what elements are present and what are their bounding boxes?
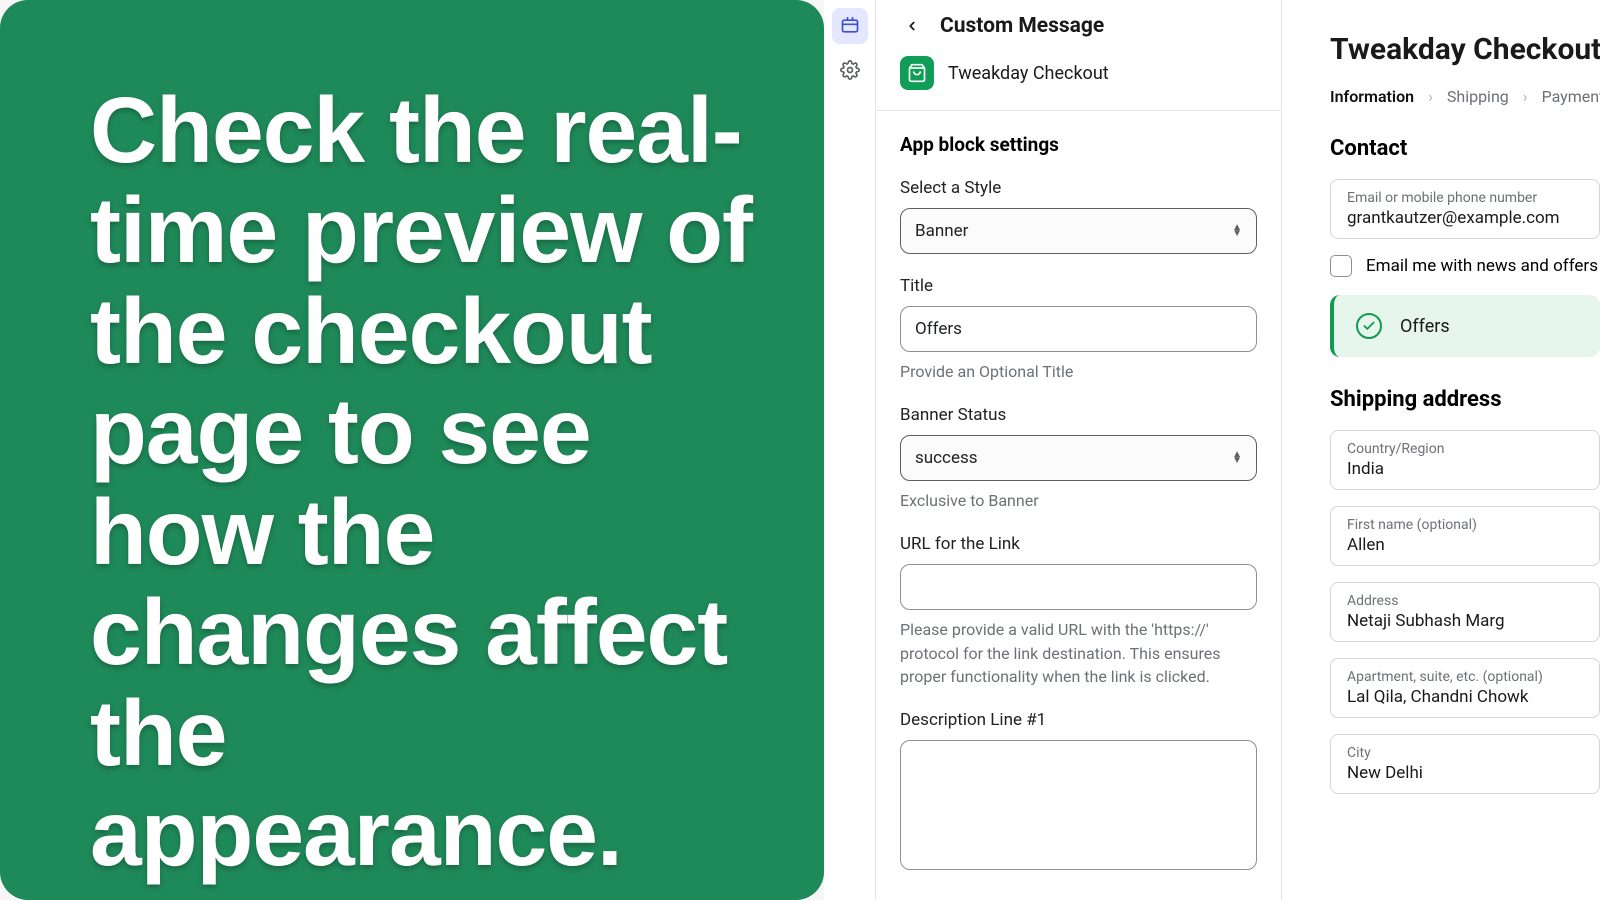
settings-title: Custom Message — [940, 14, 1104, 38]
app-name-label: Tweakday Checkout — [948, 63, 1109, 84]
apartment-placeholder: Apartment, suite, etc. (optional) — [1347, 669, 1583, 685]
icon-rail — [824, 0, 876, 900]
title-label: Title — [900, 276, 1257, 296]
style-label: Select a Style — [900, 178, 1257, 198]
email-placeholder: Email or mobile phone number — [1347, 190, 1583, 206]
country-value: India — [1347, 459, 1583, 479]
news-checkbox-label: Email me with news and offers — [1366, 256, 1598, 276]
chevron-left-icon — [905, 19, 919, 33]
breadcrumb: Information › Shipping › Payment — [1330, 87, 1600, 106]
shopping-bag-icon — [907, 63, 927, 83]
first-name-field[interactable]: First name (optional) Allen — [1330, 506, 1600, 566]
rail-settings-button[interactable] — [832, 52, 868, 88]
offers-banner: Offers — [1330, 295, 1600, 357]
contact-heading: Contact — [1330, 136, 1600, 161]
banner-status-select[interactable]: success ▲▼ — [900, 435, 1257, 481]
breadcrumb-shipping[interactable]: Shipping — [1447, 87, 1509, 106]
chevron-right-icon: › — [1523, 87, 1528, 106]
banner-status-label: Banner Status — [900, 405, 1257, 425]
apartment-value: Lal Qila, Chandni Chowk — [1347, 687, 1583, 707]
breadcrumb-information[interactable]: Information — [1330, 87, 1414, 106]
address-placeholder: Address — [1347, 593, 1583, 609]
city-value: New Delhi — [1347, 763, 1583, 783]
country-field[interactable]: Country/Region India — [1330, 430, 1600, 490]
preview-panel: Tweakday Checkout Information › Shipping… — [1282, 0, 1600, 900]
title-input[interactable] — [900, 306, 1257, 352]
shipping-heading: Shipping address — [1330, 387, 1600, 412]
style-select-value: Banner — [915, 221, 968, 241]
style-select[interactable]: Banner ▲▼ — [900, 208, 1257, 254]
layout-icon — [840, 16, 860, 36]
country-placeholder: Country/Region — [1347, 441, 1583, 457]
url-helper: Please provide a valid URL with the 'htt… — [900, 618, 1257, 688]
city-field[interactable]: City New Delhi — [1330, 734, 1600, 794]
desc1-textarea[interactable] — [900, 740, 1257, 870]
desc1-label: Description Line #1 — [900, 710, 1257, 730]
settings-panel: Custom Message Tweakday Checkout App blo… — [876, 0, 1282, 900]
title-helper: Provide an Optional Title — [900, 360, 1257, 383]
news-checkbox[interactable] — [1330, 255, 1352, 277]
first-name-value: Allen — [1347, 535, 1583, 555]
first-name-placeholder: First name (optional) — [1347, 517, 1583, 533]
app-icon — [900, 56, 934, 90]
check-circle-icon — [1356, 313, 1382, 339]
address-value: Netaji Subhash Marg — [1347, 611, 1583, 631]
section-title: App block settings — [900, 133, 1257, 156]
promo-panel: Check the real-time preview of the check… — [0, 0, 824, 900]
banner-status-helper: Exclusive to Banner — [900, 489, 1257, 512]
banner-text: Offers — [1400, 316, 1450, 337]
chevron-updown-icon: ▲▼ — [1232, 225, 1242, 237]
back-button[interactable] — [900, 14, 924, 38]
app-identity: Tweakday Checkout — [876, 48, 1281, 111]
promo-headline: Check the real-time preview of the check… — [90, 80, 754, 884]
banner-status-value: success — [915, 448, 978, 468]
store-title: Tweakday Checkout — [1330, 32, 1600, 67]
chevron-right-icon: › — [1428, 87, 1433, 106]
url-input[interactable] — [900, 564, 1257, 610]
email-value: grantkautzer@example.com — [1347, 208, 1583, 228]
rail-layout-button[interactable] — [832, 8, 868, 44]
address-field[interactable]: Address Netaji Subhash Marg — [1330, 582, 1600, 642]
breadcrumb-payment[interactable]: Payment — [1542, 87, 1600, 106]
apartment-field[interactable]: Apartment, suite, etc. (optional) Lal Qi… — [1330, 658, 1600, 718]
chevron-updown-icon: ▲▼ — [1232, 452, 1242, 464]
email-field[interactable]: Email or mobile phone number grantkautze… — [1330, 179, 1600, 239]
gear-icon — [840, 60, 860, 80]
news-checkbox-row[interactable]: Email me with news and offers — [1330, 255, 1600, 277]
city-placeholder: City — [1347, 745, 1583, 761]
url-label: URL for the Link — [900, 534, 1257, 554]
settings-header: Custom Message — [876, 0, 1281, 48]
